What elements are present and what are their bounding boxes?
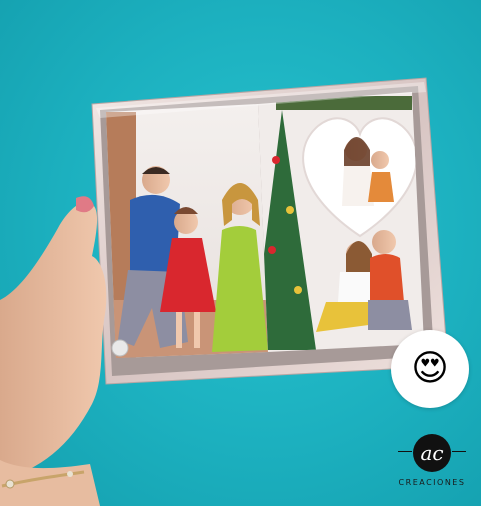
- logo-flourish-right: [452, 451, 466, 452]
- reaction-bubble: 😍: [391, 330, 469, 408]
- hand: [0, 196, 107, 506]
- brand-logo: ac CREACIONES: [396, 434, 468, 494]
- logo-monogram: ac: [420, 441, 444, 465]
- scene-illustration: [0, 77, 449, 506]
- heart-eyes-emoji-icon: 😍: [411, 348, 449, 389]
- logo-flourish-left: [398, 451, 412, 452]
- left-family-photo: [106, 104, 268, 358]
- logo-brand-name: CREACIONES: [398, 478, 466, 487]
- photo-scene: 😍 ac CREACIONES: [0, 0, 481, 506]
- right-collage-photo: [258, 92, 424, 352]
- frame-rhinestone: [111, 339, 129, 357]
- logo-monogram-circle: ac: [413, 434, 451, 472]
